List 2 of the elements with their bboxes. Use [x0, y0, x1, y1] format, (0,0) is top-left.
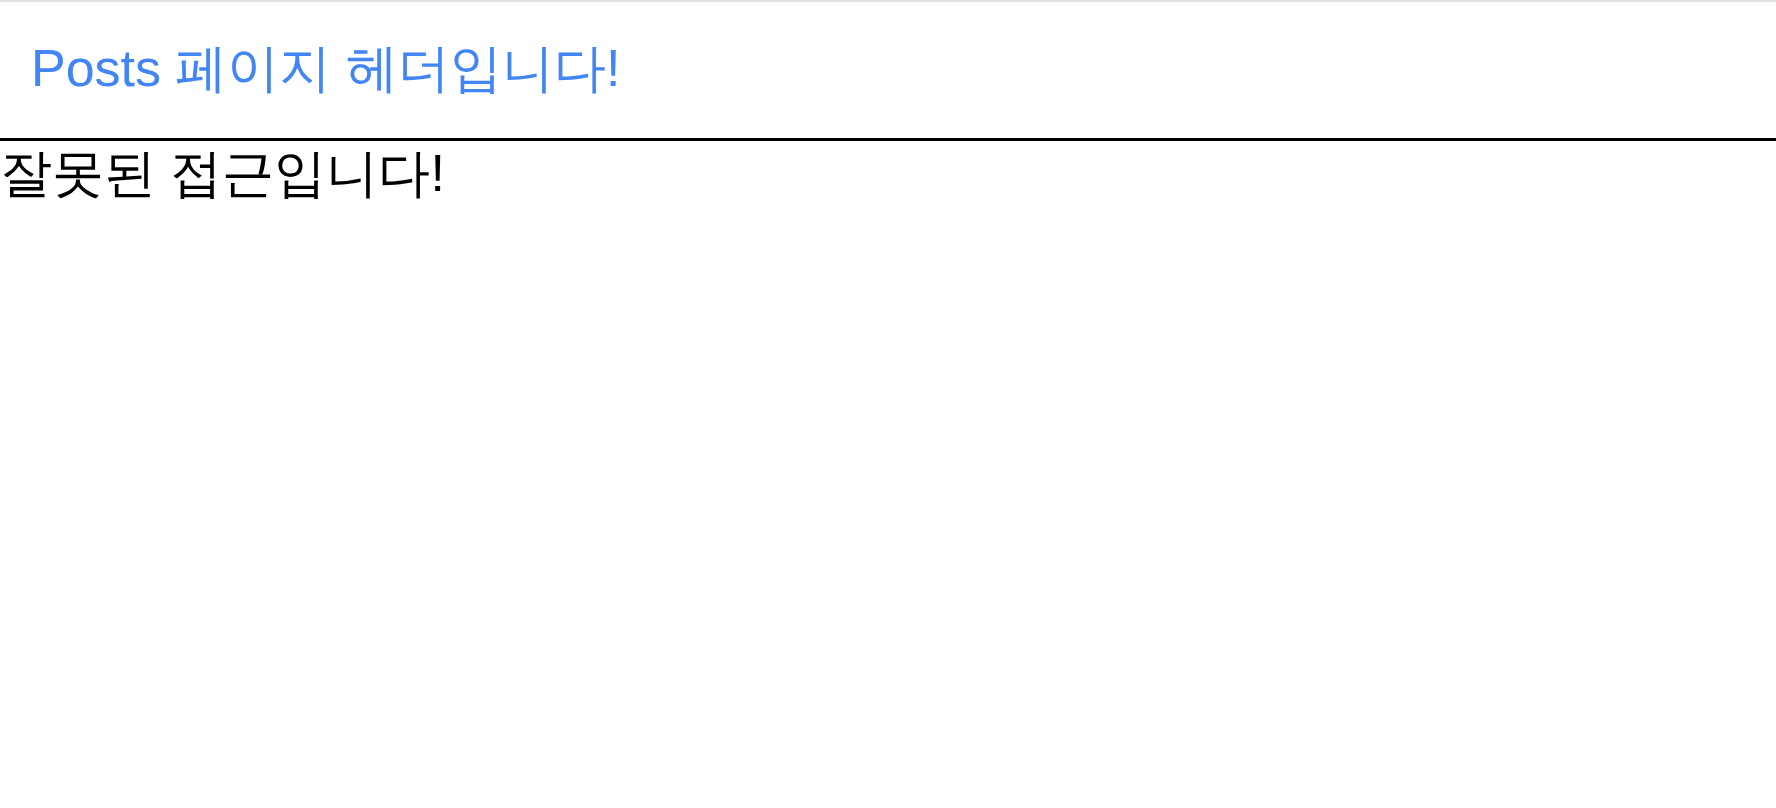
error-message: 잘못된 접근입니다!: [0, 143, 446, 204]
header-title: Posts 페이지 헤더입니다!: [31, 42, 621, 94]
